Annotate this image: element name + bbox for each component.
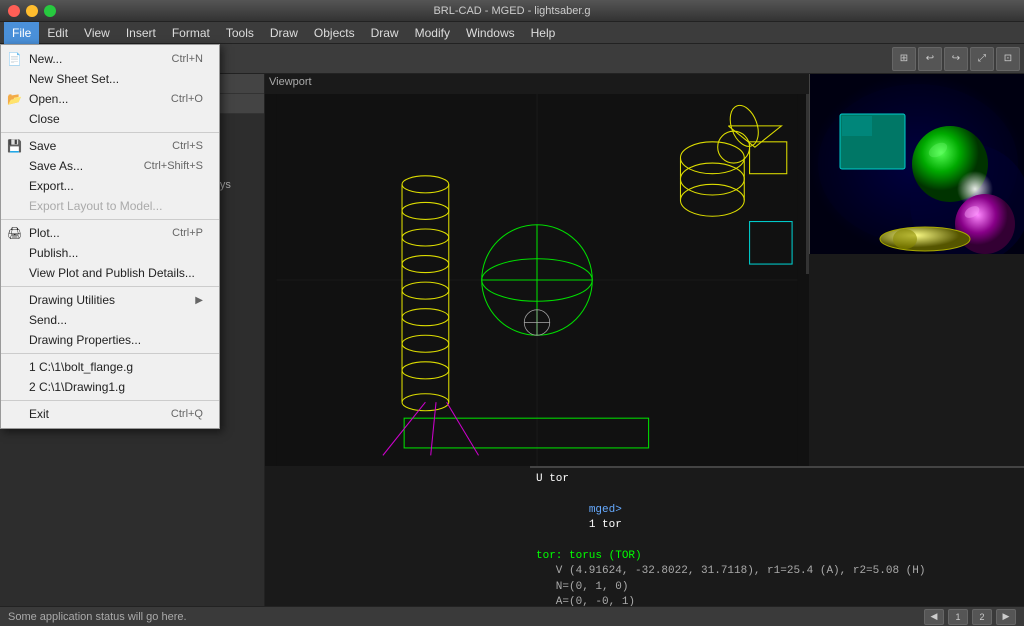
toolbar-btn-r5[interactable]: ⊡: [996, 47, 1020, 71]
menu-new-label: New...: [29, 52, 62, 66]
maximize-button[interactable]: [44, 5, 56, 17]
menu-new-sheet-set[interactable]: New Sheet Set...: [1, 69, 219, 89]
title-bar: BRL-CAD - MGED - lightsaber.g: [0, 0, 1024, 22]
menu-drawing-utilities-label: Drawing Utilities: [29, 293, 115, 307]
console-line-5: N=(0, 1, 0): [536, 580, 1018, 595]
menu-sep5: [1, 400, 219, 401]
menu-open[interactable]: 📂 Open... Ctrl+O: [1, 89, 219, 109]
close-button[interactable]: [8, 5, 20, 17]
console-line-6: A=(0, -0, 1): [536, 595, 1018, 606]
menu-publish-label: Publish...: [29, 246, 78, 260]
status-text: Some application status will go here.: [8, 611, 187, 623]
console-area[interactable]: U tor mged> 1 tor tor: torus (TOR) V (4.…: [530, 466, 1024, 606]
menu-recent-2-label: 2 C:\1\Drawing1.g: [29, 380, 125, 394]
menu-save[interactable]: 💾 Save Ctrl+S: [1, 136, 219, 156]
menu-publish[interactable]: Publish...: [1, 243, 219, 263]
menu-sep4: [1, 353, 219, 354]
menu-draw2[interactable]: Draw: [363, 22, 407, 44]
menu-insert[interactable]: Insert: [118, 22, 164, 44]
menu-objects[interactable]: Objects: [306, 22, 363, 44]
console-cmd-1: 1 tor: [589, 519, 622, 531]
menu-exit-shortcut: Ctrl+Q: [171, 408, 203, 420]
file-dropdown-menu: 📄 New... Ctrl+N New Sheet Set... 📂 Open.…: [0, 44, 220, 429]
menu-tools[interactable]: Tools: [218, 22, 262, 44]
minimize-button[interactable]: [26, 5, 38, 17]
toolbar-btn-r1[interactable]: ⊞: [892, 47, 916, 71]
menu-sep3: [1, 286, 219, 287]
menu-help[interactable]: Help: [523, 22, 564, 44]
menu-save-as[interactable]: Save As... Ctrl+Shift+S: [1, 156, 219, 176]
menu-save-shortcut: Ctrl+S: [172, 140, 203, 152]
menu-recent-1-label: 1 C:\1\bolt_flange.g: [29, 360, 133, 374]
status-btn-3[interactable]: 2: [972, 609, 992, 625]
menu-windows[interactable]: Windows: [458, 22, 523, 44]
status-btn-2[interactable]: 1: [948, 609, 968, 625]
viewport-area: Viewport: [265, 74, 1024, 606]
toolbar-btn-r4[interactable]: ⤢: [970, 47, 994, 71]
menu-view[interactable]: View: [76, 22, 118, 44]
menu-format[interactable]: Format: [164, 22, 218, 44]
menu-drawing-utilities[interactable]: Drawing Utilities ▶: [1, 290, 219, 310]
menu-sep1: [1, 132, 219, 133]
menu-open-label: Open...: [29, 92, 68, 106]
drawing-utilities-arrow: ▶: [195, 295, 203, 306]
print-icon: 🖨: [7, 226, 22, 240]
menu-view-plot-details-label: View Plot and Publish Details...: [29, 266, 195, 280]
menu-exit[interactable]: Exit Ctrl+Q: [1, 404, 219, 424]
menu-new-shortcut: Ctrl+N: [172, 53, 203, 65]
status-btn-1[interactable]: ◀: [924, 609, 944, 625]
main-viewport[interactable]: [265, 94, 809, 466]
menu-bar: File Edit View Insert Format Tools Draw …: [0, 22, 1024, 44]
status-btn-4[interactable]: ▶: [996, 609, 1016, 625]
open-icon: 📂: [7, 92, 22, 106]
save-icon: 💾: [7, 139, 22, 153]
menu-new[interactable]: 📄 New... Ctrl+N: [1, 49, 219, 69]
rendered-subview: [809, 74, 1024, 254]
menu-close[interactable]: Close: [1, 109, 219, 129]
window-title: BRL-CAD - MGED - lightsaber.g: [433, 5, 590, 17]
menu-open-shortcut: Ctrl+O: [171, 93, 203, 105]
viewport-label: Viewport: [269, 76, 312, 88]
menu-edit[interactable]: Edit: [39, 22, 76, 44]
menu-save-as-label: Save As...: [29, 159, 83, 173]
menu-send[interactable]: Send...: [1, 310, 219, 330]
status-bar: Some application status will go here. ◀ …: [0, 606, 1024, 626]
menu-save-as-shortcut: Ctrl+Shift+S: [144, 160, 203, 172]
menu-sep2: [1, 219, 219, 220]
menu-draw1[interactable]: Draw: [262, 22, 306, 44]
console-line-1: U tor: [536, 472, 1018, 487]
menu-close-label: Close: [29, 112, 60, 126]
menu-save-label: Save: [29, 139, 56, 153]
menu-send-label: Send...: [29, 313, 67, 327]
menu-export[interactable]: Export...: [1, 176, 219, 196]
console-prompt-1: mged>: [589, 504, 629, 516]
status-right: ◀ 1 2 ▶: [924, 609, 1016, 625]
menu-exit-label: Exit: [29, 407, 49, 421]
menu-file[interactable]: File: [4, 22, 39, 44]
menu-drawing-properties-label: Drawing Properties...: [29, 333, 141, 347]
viewport-resize-handle[interactable]: [806, 94, 809, 274]
window-controls[interactable]: [8, 5, 56, 17]
menu-plot[interactable]: 🖨 Plot... Ctrl+P: [1, 223, 219, 243]
new-icon: 📄: [7, 52, 22, 66]
menu-export-label: Export...: [29, 179, 74, 193]
menu-export-layout-label: Export Layout to Model...: [29, 199, 162, 213]
toolbar-btn-r3[interactable]: ↪: [944, 47, 968, 71]
menu-new-sheet-set-label: New Sheet Set...: [29, 72, 119, 86]
menu-view-plot-details[interactable]: View Plot and Publish Details...: [1, 263, 219, 283]
console-line-4: V (4.91624, -32.8022, 31.7118), r1=25.4 …: [536, 564, 1018, 579]
toolbar-btn-r2[interactable]: ↩: [918, 47, 942, 71]
menu-drawing-properties[interactable]: Drawing Properties...: [1, 330, 219, 350]
menu-recent-1[interactable]: 1 C:\1\bolt_flange.g: [1, 357, 219, 377]
file-menu-dropdown: 📄 New... Ctrl+N New Sheet Set... 📂 Open.…: [0, 44, 220, 429]
menu-export-layout: Export Layout to Model...: [1, 196, 219, 216]
menu-plot-label: Plot...: [29, 226, 60, 240]
console-line-2: mged> 1 tor: [536, 487, 1018, 549]
menu-recent-2[interactable]: 2 C:\1\Drawing1.g: [1, 377, 219, 397]
console-line-3: tor: torus (TOR): [536, 549, 1018, 564]
menu-plot-shortcut: Ctrl+P: [172, 227, 203, 239]
menu-modify[interactable]: Modify: [407, 22, 458, 44]
